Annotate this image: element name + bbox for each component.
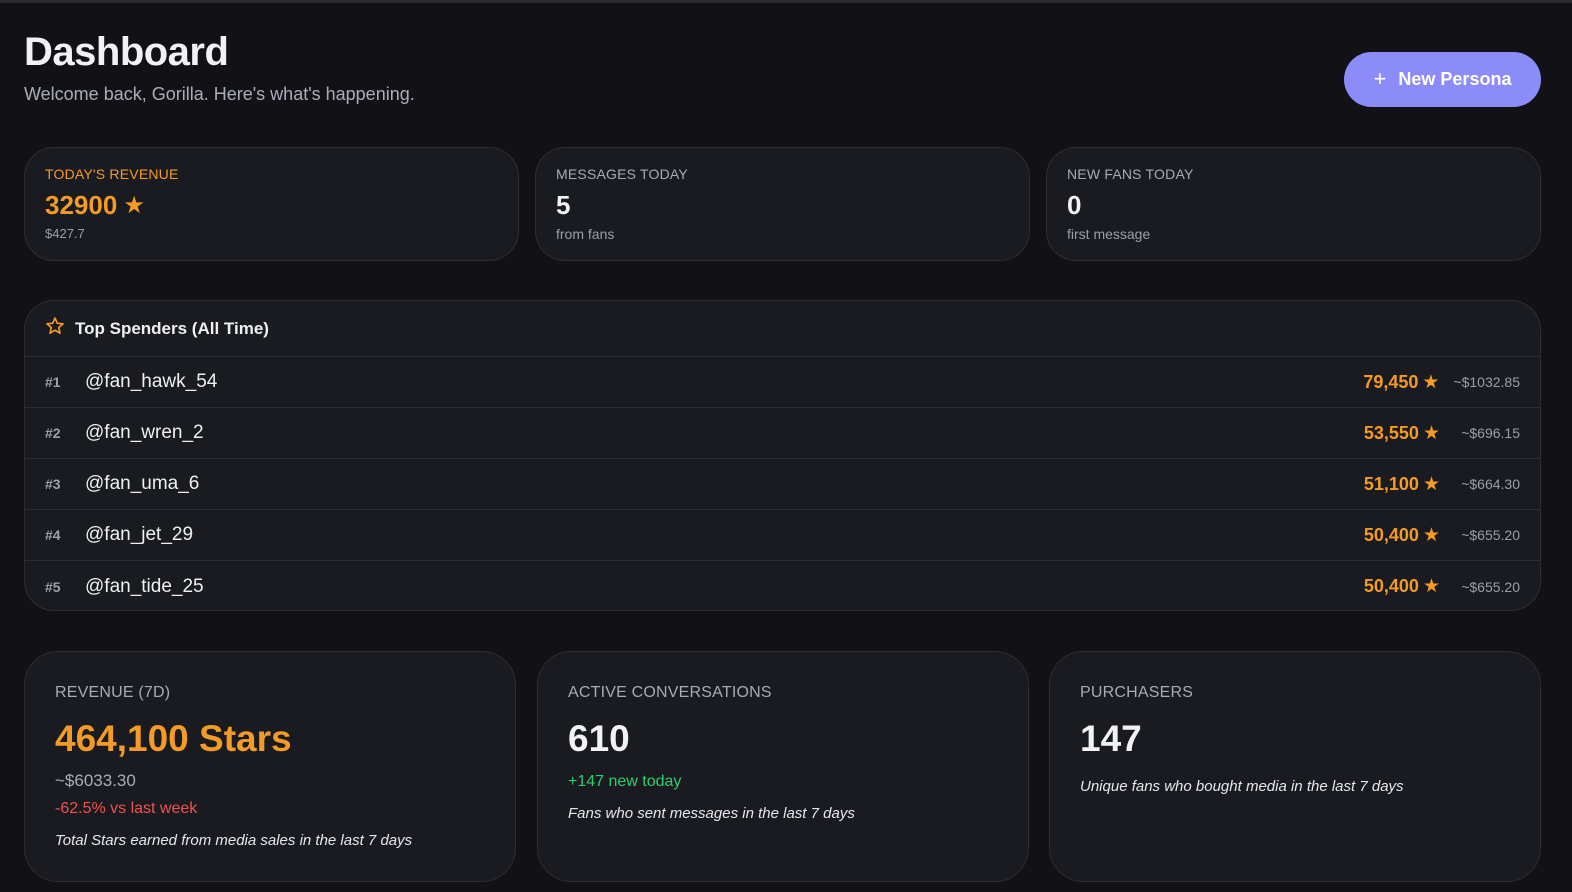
spender-stars: 50,400 ★ — [1364, 525, 1440, 546]
week-delta: -62.5% vs last week — [55, 800, 198, 817]
todays-revenue-card: TODAY'S REVENUE 32900 ★ $427.7 — [24, 147, 519, 261]
card-description: Total Stars earned from media sales in t… — [55, 832, 413, 849]
card-value: 147 — [1080, 718, 1142, 759]
spender-stars: 79,450 ★ — [1363, 372, 1439, 393]
card-subtext: first message — [1067, 226, 1151, 242]
spender-stars: 53,550 ★ — [1364, 423, 1440, 444]
spender-rank: #3 — [45, 476, 61, 492]
spender-usd: ~$655.20 — [1461, 527, 1520, 543]
top-spenders-title: Top Spenders (All Time) — [75, 318, 269, 338]
new-today-delta: +147 new today — [568, 773, 682, 790]
spender-rank: #1 — [45, 374, 61, 390]
card-label: TODAY'S REVENUE — [45, 166, 179, 182]
spender-handle[interactable]: @fan_wren_2 — [85, 422, 1364, 444]
spender-stars: 50,400 ★ — [1364, 576, 1440, 597]
spender-usd: ~$655.20 — [1461, 578, 1520, 595]
star-outline-icon — [45, 316, 65, 341]
star-icon: ★ — [1422, 422, 1440, 444]
spender-handle[interactable]: @fan_uma_6 — [85, 473, 1364, 495]
page-title: Dashboard — [24, 30, 229, 74]
spender-usd: ~$1032.85 — [1453, 374, 1520, 390]
spender-handle[interactable]: @fan_hawk_54 — [85, 371, 1363, 393]
revenue-7d-card: REVENUE (7D) 464,100 Stars ~$6033.30 -62… — [24, 651, 516, 882]
card-description: Unique fans who bought media in the last… — [1080, 778, 1404, 795]
spender-rank: #4 — [45, 527, 61, 543]
card-value: 464,100 Stars — [55, 718, 292, 759]
spender-row[interactable]: #3 @fan_uma_6 51,100 ★ ~$664.30 — [25, 459, 1540, 510]
spender-row[interactable]: #4 @fan_jet_29 50,400 ★ ~$655.20 — [25, 510, 1540, 561]
dashboard-page: Dashboard Welcome back, Gorilla. Here's … — [0, 0, 1572, 892]
plus-icon: + — [1373, 65, 1387, 91]
new-fans-today-card: NEW FANS TODAY 0 first message — [1046, 147, 1541, 261]
spender-handle[interactable]: @fan_jet_29 — [85, 524, 1364, 546]
spender-usd: ~$696.15 — [1461, 425, 1520, 441]
star-icon: ★ — [123, 191, 145, 219]
star-icon: ★ — [1422, 524, 1440, 546]
spender-stars-value: 50,400 — [1363, 576, 1419, 596]
spender-usd: ~$664.30 — [1461, 476, 1520, 492]
top-spenders-panel: Top Spenders (All Time) #1 @fan_hawk_54 … — [24, 300, 1541, 611]
star-icon: ★ — [1422, 371, 1440, 393]
spender-stars-value: 51,100 — [1363, 473, 1419, 494]
messages-today-card: MESSAGES TODAY 5 from fans — [535, 147, 1030, 261]
top-spenders-header: Top Spenders (All Time) — [25, 301, 1540, 357]
spender-row[interactable]: #5 @fan_tide_25 50,400 ★ ~$655.20 — [25, 561, 1540, 610]
spender-row[interactable]: #2 @fan_wren_2 53,550 ★ ~$696.15 — [25, 408, 1540, 459]
spender-rank: #5 — [45, 578, 61, 595]
new-persona-label: New Persona — [1398, 69, 1512, 89]
card-label: REVENUE (7D) — [55, 684, 171, 701]
card-label: PURCHASERS — [1080, 684, 1194, 701]
card-value: 0 — [1067, 190, 1082, 220]
card-subtext: from fans — [556, 226, 615, 242]
purchasers-card: PURCHASERS 147 Unique fans who bought me… — [1049, 651, 1541, 882]
spender-stars: 51,100 ★ — [1364, 474, 1440, 495]
page-subtitle: Welcome back, Gorilla. Here's what's hap… — [24, 84, 415, 104]
card-description: Fans who sent messages in the last 7 day… — [568, 805, 855, 822]
card-label: ACTIVE CONVERSATIONS — [568, 684, 772, 701]
star-icon: ★ — [1422, 473, 1440, 495]
star-icon: ★ — [1422, 576, 1440, 597]
active-conversations-card: ACTIVE CONVERSATIONS 610 +147 new today … — [537, 651, 1029, 882]
top-divider — [0, 0, 1572, 3]
spender-stars-value: 53,550 — [1363, 422, 1419, 443]
spender-stars-value: 79,450 — [1363, 371, 1419, 392]
card-label: MESSAGES TODAY — [556, 166, 688, 182]
spender-rank: #2 — [45, 425, 61, 441]
card-value: 32900 ★ — [45, 190, 145, 221]
card-value: 5 — [556, 190, 571, 220]
card-subtext: $427.7 — [45, 226, 85, 241]
spender-handle[interactable]: @fan_tide_25 — [85, 576, 1364, 598]
spender-row[interactable]: #1 @fan_hawk_54 79,450 ★ ~$1032.85 — [25, 357, 1540, 408]
card-usd: ~$6033.30 — [55, 771, 136, 790]
card-value: 610 — [568, 718, 630, 759]
card-label: NEW FANS TODAY — [1067, 166, 1194, 182]
new-persona-button[interactable]: + New Persona — [1344, 52, 1541, 107]
revenue-value: 32900 — [45, 190, 118, 220]
spender-stars-value: 50,400 — [1363, 524, 1419, 545]
